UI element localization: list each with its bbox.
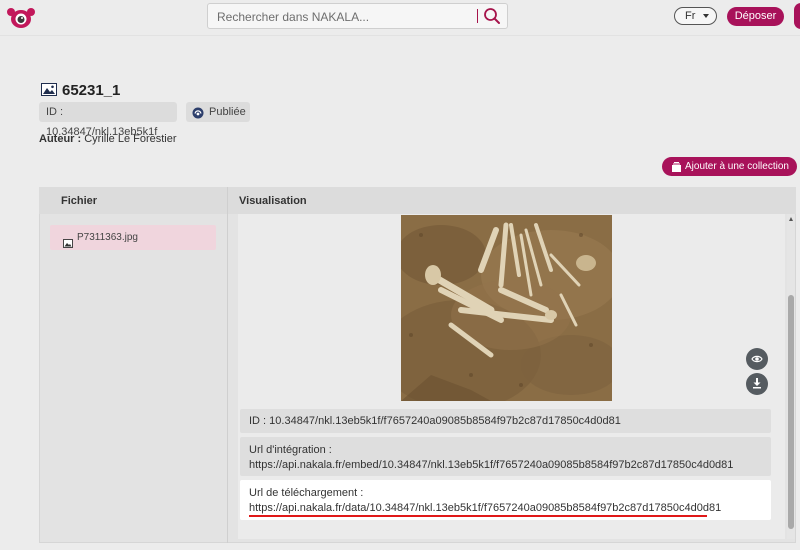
download-url-highlight: [249, 515, 707, 517]
download-url-label: Url de téléchargement :: [249, 487, 364, 499]
visualisation-column-header: Visualisation: [239, 195, 307, 207]
user-menu-button[interactable]: [794, 3, 800, 29]
file-name: P7311363.jpg: [77, 232, 138, 243]
search-bar[interactable]: Rechercher dans NAKALA...: [207, 3, 508, 29]
add-to-collection-label: Ajouter à une collection: [685, 161, 789, 172]
search-divider: [477, 9, 478, 23]
file-list-item[interactable]: P7311363.jpg: [50, 225, 216, 250]
search-input[interactable]: Rechercher dans NAKALA...: [217, 10, 369, 24]
embed-url-label: Url d'intégration :: [249, 444, 332, 456]
language-value: Fr: [685, 10, 696, 22]
id-badge: ID : 10.34847/nkl.13eb5k1f: [39, 102, 177, 138]
file-id-row: ID : 10.34847/nkl.13eb5k1f/f7657240a0908…: [240, 409, 771, 433]
column-divider: [227, 187, 228, 543]
page-title: 65231_1: [62, 82, 121, 99]
download-url-row: Url de téléchargement : https://api.naka…: [240, 480, 771, 520]
published-icon: [192, 106, 204, 126]
status-text: Publiée: [209, 106, 246, 118]
chevron-down-icon: [703, 14, 709, 18]
image-icon: [41, 83, 57, 99]
eye-icon: [751, 354, 763, 367]
panel-header: [39, 187, 796, 214]
deposit-button[interactable]: Déposer: [727, 7, 784, 26]
excavation-photo: [381, 215, 621, 410]
language-select[interactable]: Fr: [674, 7, 717, 25]
author-line: Auteur : Cyrille Le Forestier: [39, 133, 177, 145]
view-button[interactable]: [746, 348, 768, 370]
file-id-text: ID : 10.34847/nkl.13eb5k1f/f7657240a0908…: [249, 415, 621, 427]
download-url-link[interactable]: https://api.nakala.fr/data/10.34847/nkl.…: [249, 501, 771, 516]
status-badge: Publiée: [186, 102, 250, 122]
author-label: Auteur :: [39, 133, 82, 145]
nakala-logo[interactable]: [6, 6, 36, 30]
embed-url-row: Url d'intégration : https://api.nakala.f…: [240, 437, 771, 476]
scrollbar-thumb[interactable]: [788, 295, 794, 529]
download-icon: [752, 378, 762, 392]
collection-icon: [671, 161, 682, 180]
embed-url-value[interactable]: https://api.nakala.fr/embed/10.34847/nkl…: [249, 458, 771, 473]
search-icon[interactable]: [483, 7, 501, 28]
image-icon: [63, 233, 73, 258]
file-column-header: Fichier: [61, 195, 98, 207]
add-to-collection-button[interactable]: Ajouter à une collection: [662, 157, 797, 176]
scroll-up-arrow[interactable]: [789, 217, 793, 221]
author-name[interactable]: Cyrille Le Forestier: [84, 133, 176, 145]
download-button[interactable]: [746, 373, 768, 395]
